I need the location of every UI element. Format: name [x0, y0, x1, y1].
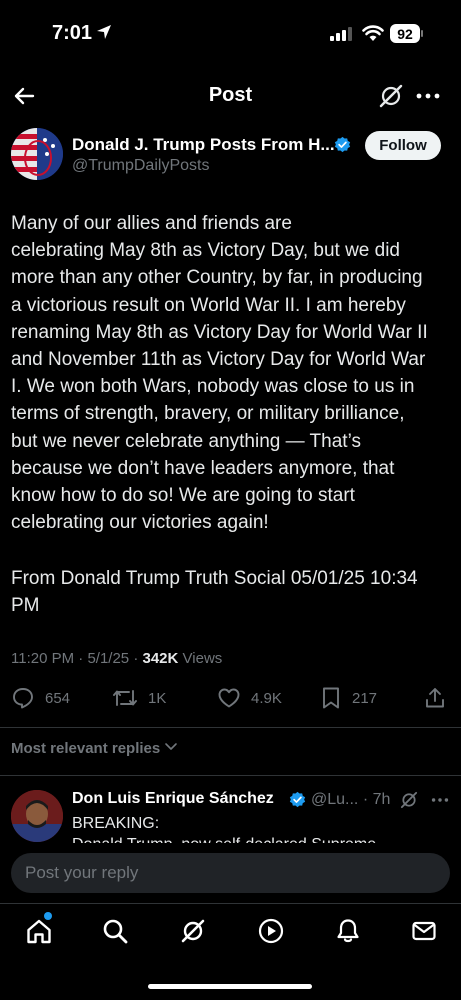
battery-icon: 92 — [390, 24, 420, 43]
replies-sort-dropdown[interactable]: Most relevant replies — [11, 739, 178, 757]
search-icon[interactable] — [100, 916, 130, 946]
repost-count: 1K — [148, 689, 167, 707]
wifi-icon — [362, 24, 384, 47]
post-text-line: know how to do so! We are going to start — [11, 485, 355, 507]
post-time: 11:20 PM — [11, 650, 75, 667]
share-action[interactable] — [424, 686, 446, 710]
views-label: Views — [182, 650, 223, 667]
grok-icon[interactable] — [377, 82, 405, 115]
reply-input[interactable]: Post your reply — [11, 853, 450, 893]
meta-separator: · — [78, 650, 84, 667]
post-text-line: terms of strength, bravery, or military … — [11, 403, 405, 425]
nav-bar: Post — [0, 70, 461, 122]
divider — [0, 775, 461, 776]
verified-badge-icon — [289, 791, 306, 813]
author-handle[interactable]: @TrumpDailyPosts — [72, 157, 209, 175]
meta-separator: · — [133, 650, 139, 667]
post-text-line: and November 11th as Victory Day for Wor… — [11, 349, 426, 371]
post-source-text: From Donald Trump Truth Social 05/01/25 … — [11, 565, 453, 619]
reply-item[interactable]: Don Luis Enrique Sánchez @Lu... · 7h BRE… — [0, 786, 461, 846]
more-options-icon[interactable] — [430, 790, 450, 815]
replies-sort-label: Most relevant replies — [11, 739, 161, 757]
post-actions: 654 1K 4.9K 217 — [0, 686, 461, 716]
home-notification-dot — [44, 912, 52, 920]
video-icon[interactable] — [256, 916, 286, 946]
share-icon — [424, 686, 446, 710]
author-avatar[interactable] — [11, 128, 63, 180]
divider — [0, 727, 461, 728]
bookmark-icon — [320, 686, 342, 710]
repost-action[interactable]: 1K — [112, 686, 166, 710]
post-text-line: but we never celebrate anything — That’s — [11, 430, 361, 452]
home-indicator[interactable] — [148, 984, 312, 989]
views-count[interactable]: 342K — [143, 650, 179, 667]
status-bar: 7:01 92 — [0, 0, 461, 70]
like-count: 4.9K — [251, 689, 282, 707]
location-arrow-icon — [96, 24, 112, 45]
reply-author-name[interactable]: Don Luis Enrique Sánchez — [72, 790, 274, 808]
post-meta: 11:20 PM · 5/1/25 · 342K Views — [11, 650, 222, 667]
chevron-down-icon — [164, 739, 178, 757]
post-text-line: a victorious result on World War II. I a… — [11, 294, 406, 316]
post-source-line: From Donald Trump Truth Social 05/01/25 … — [11, 568, 418, 589]
notifications-icon[interactable] — [333, 916, 363, 946]
post-date: 5/1/25 — [87, 650, 130, 667]
battery-cap — [421, 30, 423, 37]
post-text-line: Many of our allies and friends are — [11, 213, 292, 234]
reply-input-placeholder: Post your reply — [25, 863, 139, 882]
bookmark-action[interactable]: 217 — [320, 686, 377, 710]
post-author: Donald J. Trump Posts From H... @TrumpDa… — [0, 128, 461, 188]
grok-icon[interactable] — [178, 916, 208, 946]
post-text-line: celebrating May 8th as Victory Day, but … — [11, 240, 400, 262]
cellular-signal-icon — [330, 27, 352, 46]
verified-badge-icon — [334, 136, 351, 158]
post-text: Many of our allies and friends are celeb… — [11, 210, 453, 536]
repost-icon — [112, 686, 138, 710]
post-text-line: more than any other Country, by far, in … — [11, 267, 423, 289]
heart-icon — [217, 686, 241, 710]
reply-avatar[interactable] — [11, 790, 63, 842]
post-text-line: I. We won both Wars, nobody was close to… — [11, 376, 415, 398]
status-time: 7:01 — [52, 22, 93, 44]
post-text-line: renaming May 8th as Victory Day for Worl… — [11, 321, 428, 343]
author-name[interactable]: Donald J. Trump Posts From H... — [72, 135, 335, 155]
reply-text-line: BREAKING: — [72, 815, 160, 832]
post-text-line: because we don’t have leaders anymore, t… — [11, 457, 395, 479]
messages-icon[interactable] — [409, 916, 439, 946]
like-action[interactable]: 4.9K — [217, 686, 282, 710]
bookmark-count: 217 — [352, 689, 378, 707]
more-options-icon[interactable] — [414, 82, 442, 115]
reply-icon — [11, 686, 35, 710]
reply-count: 654 — [45, 689, 71, 707]
grok-icon[interactable] — [399, 790, 419, 815]
follow-button[interactable]: Follow — [365, 131, 441, 160]
reply-handle-time: @Lu... · 7h — [311, 791, 391, 808]
post-text-line: celebrating our victories again! — [11, 512, 269, 534]
post-source-line: PM — [11, 595, 40, 617]
reply-text: BREAKING: Donald Trump, now self-declare… — [72, 813, 376, 846]
battery-level: 92 — [397, 25, 413, 42]
home-icon[interactable] — [24, 916, 54, 946]
reply-action[interactable]: 654 — [11, 686, 70, 710]
